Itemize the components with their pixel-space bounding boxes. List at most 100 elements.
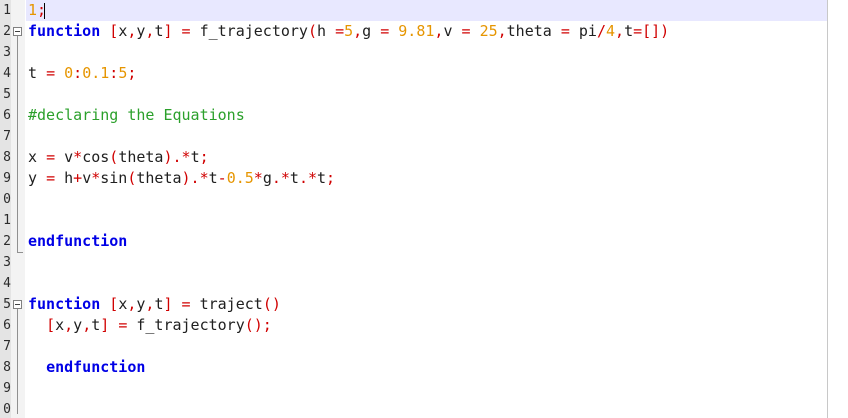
fold-margin <box>11 0 25 418</box>
fold-collapse-icon[interactable] <box>13 27 22 36</box>
line-number: 1 <box>3 3 11 18</box>
code-token: , <box>615 22 625 40</box>
line-number: 9 <box>3 381 11 396</box>
line-number: 6 <box>3 108 11 123</box>
code-token: ] <box>163 22 173 40</box>
code-token: ( <box>109 148 119 166</box>
code-token: , <box>353 22 363 40</box>
code-token: endfunction <box>28 232 128 250</box>
code-token: theta <box>118 148 164 166</box>
code-token: t <box>624 22 634 40</box>
line-number: 2 <box>3 234 11 249</box>
code-token: 5 <box>344 22 354 40</box>
code-line[interactable]: function [x,y,t] = traject() <box>28 294 281 315</box>
code-token: sin <box>100 169 128 187</box>
code-token: theta <box>136 169 182 187</box>
code-token: , <box>82 316 92 334</box>
fold-guide-line <box>17 309 18 414</box>
line-number: 2 <box>3 24 11 39</box>
line-number: 7 <box>3 129 11 144</box>
line-number: 0 <box>3 402 11 417</box>
code-token: h <box>317 22 336 40</box>
code-token: * <box>91 169 101 187</box>
code-token: 0.1 <box>82 64 110 82</box>
code-token: ).* <box>181 169 209 187</box>
code-token: , <box>497 22 507 40</box>
code-line[interactable]: function [x,y,t] = f_trajectory(h =5,g =… <box>28 21 669 42</box>
code-token: = <box>560 22 570 40</box>
code-token: g <box>262 169 272 187</box>
code-token: t <box>190 148 200 166</box>
code-token: ( <box>307 22 317 40</box>
edge-guide-line <box>827 0 828 418</box>
line-number: 0 <box>3 192 11 207</box>
code-token: + <box>73 169 83 187</box>
code-token: ] <box>163 295 173 313</box>
code-token: .* <box>298 169 317 187</box>
code-token: = <box>46 169 56 187</box>
line-number: 1 <box>3 213 11 228</box>
line-number: 4 <box>3 276 11 291</box>
code-token: y <box>73 316 83 334</box>
code-token: 0.5 <box>226 169 254 187</box>
code-token: 4 <box>606 22 616 40</box>
code-token: ; <box>199 148 209 166</box>
code-token: g <box>362 22 381 40</box>
code-token: theta <box>506 22 561 40</box>
code-token: ).* <box>163 148 191 166</box>
code-line[interactable]: t = 0:0.1:5; <box>28 63 136 84</box>
line-number: 8 <box>3 150 11 165</box>
code-token: =[]) <box>633 22 670 40</box>
code-token: (); <box>244 316 272 334</box>
code-token: = <box>181 295 191 313</box>
line-number-gutter: 1 2 3 4 5 6 7 8 9 0 1 2 3 4 5 6 7 8 9 0 <box>0 0 11 418</box>
code-token: cos <box>82 148 110 166</box>
code-token: * <box>253 169 263 187</box>
code-token: function <box>28 22 101 40</box>
fold-collapse-icon[interactable] <box>13 300 22 309</box>
code-token: t <box>289 169 299 187</box>
code-token: t <box>91 316 101 334</box>
code-token: y <box>28 169 47 187</box>
code-line[interactable]: x = v*cos(theta).*t; <box>28 147 209 168</box>
code-token: h <box>55 169 74 187</box>
code-line[interactable]: y = h+v*sin(theta).*t-0.5*g.*t.*t; <box>28 168 335 189</box>
line-number: 3 <box>3 45 11 60</box>
line-number: 5 <box>3 87 11 102</box>
line-number: 3 <box>3 255 11 270</box>
code-token: traject <box>190 295 263 313</box>
code-token: 25 <box>479 22 498 40</box>
code-line[interactable]: endfunction <box>28 231 127 252</box>
code-line[interactable]: #declaring the Equations <box>28 105 245 126</box>
fold-end-marker <box>17 252 23 253</box>
line-number: 8 <box>3 360 11 375</box>
code-token: endfunction <box>46 358 146 376</box>
code-line[interactable]: [x,y,t] = f_trajectory(); <box>28 315 272 336</box>
code-token: [ <box>46 316 56 334</box>
code-token: = <box>46 148 56 166</box>
code-token: t <box>317 169 327 187</box>
code-token: = <box>335 22 345 40</box>
text-caret <box>44 3 45 19</box>
code-token: #declaring the Equations <box>28 106 245 124</box>
code-token: .* <box>271 169 290 187</box>
code-token: [ <box>109 22 119 40</box>
code-token: function <box>28 295 101 313</box>
code-token: = <box>118 316 128 334</box>
code-token: : <box>109 64 119 82</box>
code-line[interactable]: endfunction <box>28 357 145 378</box>
code-token: ; <box>127 64 137 82</box>
code-token: v <box>443 22 462 40</box>
code-token: ; <box>326 169 336 187</box>
code-token: , <box>64 316 74 334</box>
code-token: x <box>118 295 128 313</box>
code-editor[interactable]: 1 2 3 4 5 6 7 8 9 0 1 2 3 4 5 6 7 8 9 0 1; function [x,y,t] … <box>0 0 848 418</box>
code-token: v <box>82 169 92 187</box>
